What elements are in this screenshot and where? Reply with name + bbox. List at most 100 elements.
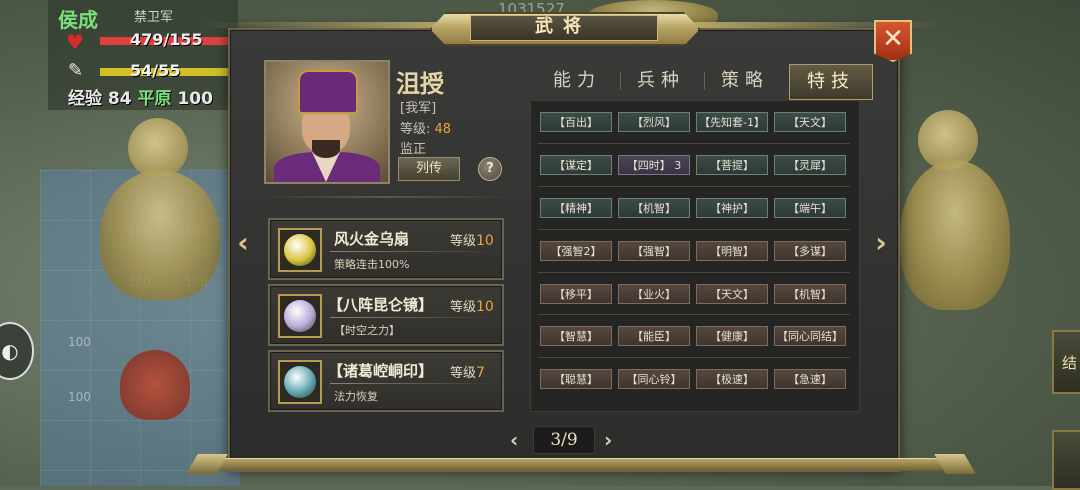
portrait-hat — [298, 70, 358, 114]
skill-chip[interactable]: 【聪慧】 — [540, 369, 612, 389]
skill-row-divider — [538, 357, 850, 358]
equipment-level-label: 等级 — [450, 366, 477, 381]
equipment-level-value: 10 — [476, 299, 494, 315]
skill-chip[interactable]: 【神护】 — [696, 198, 768, 218]
tile-value: 100 — [68, 335, 91, 349]
mp-value: 54/55 — [130, 61, 181, 80]
general-faction: [我军] — [400, 101, 437, 116]
skill-chip[interactable]: 【百出】 — [540, 112, 612, 132]
equipment-desc: 【时空之力】 — [334, 324, 400, 337]
skill-chip[interactable]: 【健康】 — [696, 326, 768, 346]
biography-button[interactable]: 列传 — [398, 157, 460, 181]
skill-chip[interactable]: 【端午】 — [774, 198, 846, 218]
feather-icon: ✎ — [68, 60, 84, 81]
page-prev-button[interactable]: ‹ — [510, 428, 518, 452]
equipment-level: 等级10 — [450, 296, 494, 315]
skill-row-divider — [538, 272, 850, 273]
skill-chip[interactable]: 【机智】 — [774, 284, 846, 304]
seal-icon — [278, 360, 322, 404]
next-general-arrow[interactable]: › — [870, 228, 892, 258]
help-button[interactable]: ? — [478, 157, 502, 181]
skill-row-divider — [538, 314, 850, 315]
skill-chip[interactable]: 【四时】 3 — [618, 155, 690, 175]
skill-chip[interactable]: 【精神】 — [540, 198, 612, 218]
equipment-desc: 法力恢复 — [334, 390, 378, 403]
general-rank: 监正 — [400, 142, 427, 157]
equipment-name: 【八阵昆仑镜】 — [328, 296, 434, 314]
skill-chip[interactable]: 【急速】 — [774, 369, 846, 389]
equipment-level-value: 7 — [476, 365, 485, 381]
equipment-level: 等级10 — [450, 230, 494, 249]
equipment-level-label: 等级 — [450, 234, 477, 249]
skill-chip[interactable]: 【先知套-1】 — [696, 112, 768, 132]
heart-icon: ♥ — [66, 30, 84, 54]
skill-chip[interactable]: 【机智】 — [618, 198, 690, 218]
equipment-card[interactable]: 【诸葛崆峒印】 等级7 法力恢复 — [268, 350, 504, 412]
tab-skills[interactable]: 特技 — [789, 64, 873, 100]
skill-chip[interactable]: 【烈风】 — [618, 112, 690, 132]
equipment-desc: 策略连击100% — [334, 258, 410, 271]
skill-chip[interactable]: 【极速】 — [696, 369, 768, 389]
exp-line: 经验 84 平原 100 — [68, 84, 213, 109]
level-label: 等级: — [400, 122, 431, 137]
skill-row-divider — [538, 186, 850, 187]
unit-name: 侯成 — [58, 8, 98, 32]
side-tab-end[interactable]: 结 — [1052, 330, 1080, 394]
tab-troops[interactable]: 兵种 — [620, 64, 702, 98]
skill-chip[interactable]: 【菩提】 — [696, 155, 768, 175]
skill-chip[interactable]: 【强智】 — [618, 241, 690, 261]
divider — [330, 317, 498, 318]
skill-chip[interactable]: 【能臣】 — [618, 326, 690, 346]
divider — [258, 196, 514, 198]
skill-chip[interactable]: 【灵犀】 — [774, 155, 846, 175]
skill-chip[interactable]: 【多谋】 — [774, 241, 846, 261]
portrait-beard — [312, 140, 340, 158]
equipment-level: 等级7 — [450, 362, 485, 381]
fan-icon — [278, 228, 322, 272]
side-tab[interactable] — [1052, 430, 1080, 490]
skill-chip[interactable]: 【业火】 — [618, 284, 690, 304]
general-name: 沮授 — [396, 69, 444, 98]
unit-status-hud: 侯成 禁卫军 ♥ 479/155 ✎ 54/55 经验 84 平原 100 — [48, 0, 250, 110]
equipment-name: 风火金乌扇 — [334, 230, 410, 248]
skill-chip[interactable]: 【同心铃】 — [618, 369, 690, 389]
tab-ability[interactable]: 能力 — [536, 64, 618, 98]
terrain-label: 平原 — [137, 89, 172, 109]
statue — [900, 160, 1010, 310]
terrain-value: 100 — [177, 89, 213, 109]
statue — [128, 118, 188, 178]
hp-value: 479/155 — [130, 30, 203, 49]
skill-chip[interactable]: 【移平】 — [540, 284, 612, 304]
page-next-button[interactable]: › — [604, 428, 612, 452]
skill-chip[interactable]: 【智慧】 — [540, 326, 612, 346]
title-ornament — [200, 22, 450, 28]
equipment-level-value: 10 — [476, 233, 494, 249]
skill-chip[interactable]: 【谋定】 — [540, 155, 612, 175]
tile-value: 100 — [68, 390, 91, 404]
skill-chip[interactable]: 【强智2】 — [540, 241, 612, 261]
dialog-title: 武将 — [535, 16, 591, 37]
equipment-level-label: 等级 — [450, 300, 477, 315]
mirror-icon — [278, 294, 322, 338]
skill-row-divider — [538, 143, 850, 144]
divider — [330, 383, 498, 384]
level-value: 48 — [434, 122, 452, 137]
skill-row-divider — [538, 229, 850, 230]
general-portrait — [264, 60, 390, 184]
unit-class: 禁卫军 — [134, 10, 174, 25]
exp-value: 84 — [107, 89, 132, 109]
exp-label: 经验 — [68, 89, 102, 109]
close-button[interactable]: ✕ — [874, 20, 912, 62]
unit-sprite[interactable] — [120, 350, 190, 420]
skill-chip[interactable]: 【天文】 — [774, 112, 846, 132]
skill-chip[interactable]: 【天文】 — [696, 284, 768, 304]
equipment-card[interactable]: 【八阵昆仑镜】 等级10 【时空之力】 — [268, 284, 504, 346]
general-level: 等级: 48 — [400, 118, 451, 137]
skill-chip[interactable]: 【同心同结】 — [774, 326, 846, 346]
equipment-name: 【诸葛崆峒印】 — [328, 362, 434, 380]
skill-chip[interactable]: 【明智】 — [696, 241, 768, 261]
dialog-frame-bottom — [196, 458, 966, 471]
equipment-card[interactable]: 风火金乌扇 等级10 策略连击100% — [268, 218, 504, 280]
tab-strategy[interactable]: 策略 — [704, 64, 786, 98]
prev-general-arrow[interactable]: ‹ — [232, 228, 254, 258]
